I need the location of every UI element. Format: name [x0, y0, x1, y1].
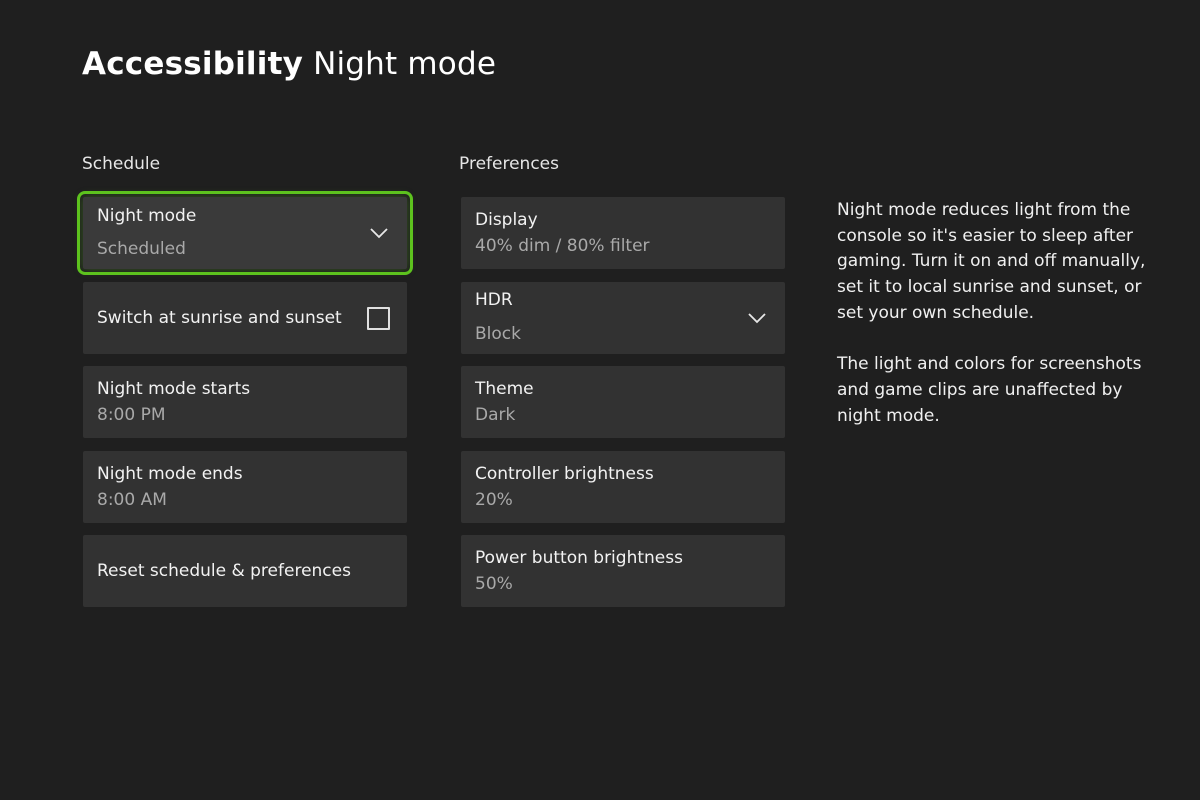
night-mode-title: Night mode — [97, 206, 197, 226]
preferences-heading: Preferences — [459, 154, 559, 174]
schedule-heading: Schedule — [82, 154, 161, 174]
chevron-down-icon — [747, 312, 767, 324]
display-value: 40% dim / 80% filter — [475, 236, 650, 256]
reset-schedule-label: Reset schedule & preferences — [97, 561, 351, 581]
night-mode-ends-title: Night mode ends — [97, 464, 243, 484]
controller-brightness-title: Controller brightness — [475, 464, 654, 484]
reset-schedule-button[interactable]: Reset schedule & preferences — [83, 535, 407, 607]
sunrise-sunset-label: Switch at sunrise and sunset — [97, 308, 342, 328]
display-title: Display — [475, 210, 538, 230]
power-button-brightness-value: 50% — [475, 574, 513, 594]
sunrise-sunset-checkbox[interactable] — [367, 307, 390, 330]
description-panel: Night mode reduces light from the consol… — [837, 198, 1167, 455]
page-title: Accessibility Night mode — [82, 44, 496, 84]
night-mode-starts-title: Night mode starts — [97, 379, 251, 399]
hdr-dropdown[interactable]: HDR Block — [461, 282, 785, 354]
description-paragraph-2: The light and colors for screenshots and… — [837, 354, 1142, 426]
page-title-page: Night mode — [313, 46, 497, 82]
sunrise-sunset-toggle[interactable]: Switch at sunrise and sunset — [83, 282, 407, 354]
description-paragraph-1: Night mode reduces light from the consol… — [837, 200, 1146, 323]
chevron-down-icon — [369, 227, 389, 239]
controller-brightness-value: 20% — [475, 490, 513, 510]
night-mode-ends-value: 8:00 AM — [97, 490, 167, 510]
power-button-brightness-button[interactable]: Power button brightness 50% — [461, 535, 785, 607]
controller-brightness-button[interactable]: Controller brightness 20% — [461, 451, 785, 523]
night-mode-starts-value: 8:00 PM — [97, 405, 166, 425]
hdr-value: Block — [475, 324, 521, 344]
night-mode-page: Accessibility Night mode Schedule Night … — [0, 0, 1200, 800]
night-mode-value: Scheduled — [97, 239, 186, 259]
hdr-title: HDR — [475, 290, 513, 310]
night-mode-dropdown[interactable]: Night mode Scheduled — [77, 191, 413, 275]
theme-title: Theme — [475, 379, 534, 399]
power-button-brightness-title: Power button brightness — [475, 548, 683, 568]
page-title-section: Accessibility — [82, 46, 303, 82]
theme-button[interactable]: Theme Dark — [461, 366, 785, 438]
night-mode-starts-button[interactable]: Night mode starts 8:00 PM — [83, 366, 407, 438]
night-mode-ends-button[interactable]: Night mode ends 8:00 AM — [83, 451, 407, 523]
theme-value: Dark — [475, 405, 516, 425]
display-button[interactable]: Display 40% dim / 80% filter — [461, 197, 785, 269]
